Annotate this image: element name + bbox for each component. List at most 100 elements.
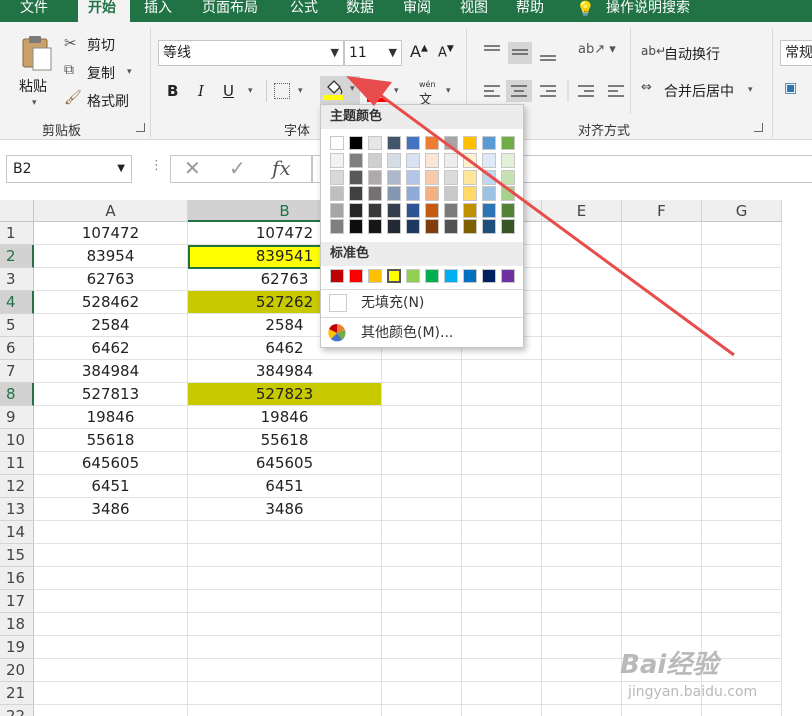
- cell-b12[interactable]: 6451: [188, 475, 382, 498]
- cell-g16[interactable]: [702, 567, 782, 590]
- theme-color-swatch[interactable]: [482, 169, 496, 185]
- theme-color-swatch[interactable]: [444, 169, 458, 185]
- row-header-5[interactable]: 5: [0, 314, 34, 337]
- cell-a17[interactable]: [34, 590, 188, 613]
- cell-c13[interactable]: [382, 498, 462, 521]
- cell-e10[interactable]: [542, 429, 622, 452]
- cell-f15[interactable]: [622, 544, 702, 567]
- row-header-19[interactable]: 19: [0, 636, 34, 659]
- cell-d7[interactable]: [462, 360, 542, 383]
- cell-f17[interactable]: [622, 590, 702, 613]
- name-box[interactable]: B2 ▼: [6, 155, 132, 183]
- copy-icon[interactable]: ⧉: [64, 62, 74, 78]
- cell-d10[interactable]: [462, 429, 542, 452]
- cell-f4[interactable]: [622, 291, 702, 314]
- theme-color-swatch[interactable]: [501, 219, 515, 234]
- standard-color-swatch[interactable]: [463, 269, 477, 283]
- chevron-down-icon[interactable]: ▼: [389, 41, 397, 65]
- cell-c22[interactable]: [382, 705, 462, 716]
- paste-button[interactable]: [18, 34, 54, 72]
- cell-a19[interactable]: [34, 636, 188, 659]
- cell-c8[interactable]: [382, 383, 462, 406]
- cell-f7[interactable]: [622, 360, 702, 383]
- cell-g18[interactable]: [702, 613, 782, 636]
- cell-a3[interactable]: 62763: [34, 268, 188, 291]
- format-painter-button[interactable]: 格式刷: [87, 91, 129, 111]
- cell-b15[interactable]: [188, 544, 382, 567]
- cell-a2[interactable]: 83954: [34, 245, 188, 268]
- cell-b8[interactable]: 527823: [188, 383, 382, 406]
- fill-color-dropdown-arrow[interactable]: ▾: [350, 84, 355, 94]
- cell-d15[interactable]: [462, 544, 542, 567]
- cell-c20[interactable]: [382, 659, 462, 682]
- underline-button[interactable]: U: [223, 82, 234, 100]
- cell-a8[interactable]: 527813: [34, 383, 188, 406]
- enter-icon[interactable]: ✓: [229, 156, 246, 180]
- theme-color-swatch[interactable]: [406, 219, 420, 234]
- tell-me-search[interactable]: 操作说明搜索: [606, 0, 690, 22]
- cell-g1[interactable]: [702, 222, 782, 245]
- wrap-text-button[interactable]: 自动换行: [664, 44, 720, 64]
- cell-d16[interactable]: [462, 567, 542, 590]
- cell-d21[interactable]: [462, 682, 542, 705]
- fill-color-button[interactable]: ▾: [320, 76, 360, 104]
- cell-c11[interactable]: [382, 452, 462, 475]
- tab-review[interactable]: 审阅: [403, 0, 431, 22]
- standard-color-swatch[interactable]: [387, 269, 401, 283]
- row-header-13[interactable]: 13: [0, 498, 34, 521]
- standard-color-swatch[interactable]: [482, 269, 496, 283]
- currency-icon[interactable]: ▣: [784, 80, 797, 96]
- more-colors-option[interactable]: 其他颜色(M)...: [321, 319, 523, 347]
- cut-button[interactable]: 剪切: [87, 35, 115, 55]
- cell-a7[interactable]: 384984: [34, 360, 188, 383]
- cell-b10[interactable]: 55618: [188, 429, 382, 452]
- theme-color-swatch[interactable]: [387, 136, 401, 150]
- paste-label[interactable]: 粘贴: [19, 76, 47, 96]
- theme-color-swatch[interactable]: [425, 219, 439, 234]
- cell-b13[interactable]: 3486: [188, 498, 382, 521]
- cell-f6[interactable]: [622, 337, 702, 360]
- cell-g12[interactable]: [702, 475, 782, 498]
- tab-formulas[interactable]: 公式: [290, 0, 318, 22]
- theme-color-swatch[interactable]: [501, 136, 515, 150]
- tab-file[interactable]: 文件: [20, 0, 48, 22]
- cell-e13[interactable]: [542, 498, 622, 521]
- theme-color-swatch[interactable]: [330, 136, 344, 150]
- theme-color-swatch[interactable]: [482, 219, 496, 234]
- font-size-combo[interactable]: 11 ▼: [344, 40, 402, 66]
- font-color-dropdown-arrow[interactable]: ▾: [394, 86, 399, 96]
- theme-color-swatch[interactable]: [330, 186, 344, 201]
- theme-color-swatch[interactable]: [482, 186, 496, 201]
- cell-a20[interactable]: [34, 659, 188, 682]
- standard-color-swatch[interactable]: [330, 269, 344, 283]
- cell-e21[interactable]: [542, 682, 622, 705]
- row-header-20[interactable]: 20: [0, 659, 34, 682]
- cell-b16[interactable]: [188, 567, 382, 590]
- cell-f5[interactable]: [622, 314, 702, 337]
- cell-d11[interactable]: [462, 452, 542, 475]
- merge-dropdown-arrow[interactable]: ▾: [748, 85, 753, 95]
- theme-color-swatch[interactable]: [463, 202, 477, 218]
- tab-view[interactable]: 视图: [460, 0, 488, 22]
- row-header-22[interactable]: 22: [0, 705, 34, 716]
- wrap-text-icon[interactable]: ab↵: [641, 44, 666, 58]
- theme-color-swatch[interactable]: [444, 219, 458, 234]
- cell-g11[interactable]: [702, 452, 782, 475]
- theme-color-swatch[interactable]: [482, 153, 496, 168]
- cell-g9[interactable]: [702, 406, 782, 429]
- row-header-15[interactable]: 15: [0, 544, 34, 567]
- standard-color-swatch[interactable]: [406, 269, 420, 283]
- cell-g6[interactable]: [702, 337, 782, 360]
- cell-b11[interactable]: 645605: [188, 452, 382, 475]
- cell-a22[interactable]: [34, 705, 188, 716]
- row-header-8[interactable]: 8: [0, 383, 34, 406]
- borders-dropdown-arrow[interactable]: ▾: [298, 86, 303, 96]
- theme-color-swatch[interactable]: [387, 169, 401, 185]
- cell-f10[interactable]: [622, 429, 702, 452]
- cell-c17[interactable]: [382, 590, 462, 613]
- cell-a14[interactable]: [34, 521, 188, 544]
- theme-color-swatch[interactable]: [349, 136, 363, 150]
- theme-color-swatch[interactable]: [368, 153, 382, 168]
- row-header-3[interactable]: 3: [0, 268, 34, 291]
- theme-color-swatch[interactable]: [406, 136, 420, 150]
